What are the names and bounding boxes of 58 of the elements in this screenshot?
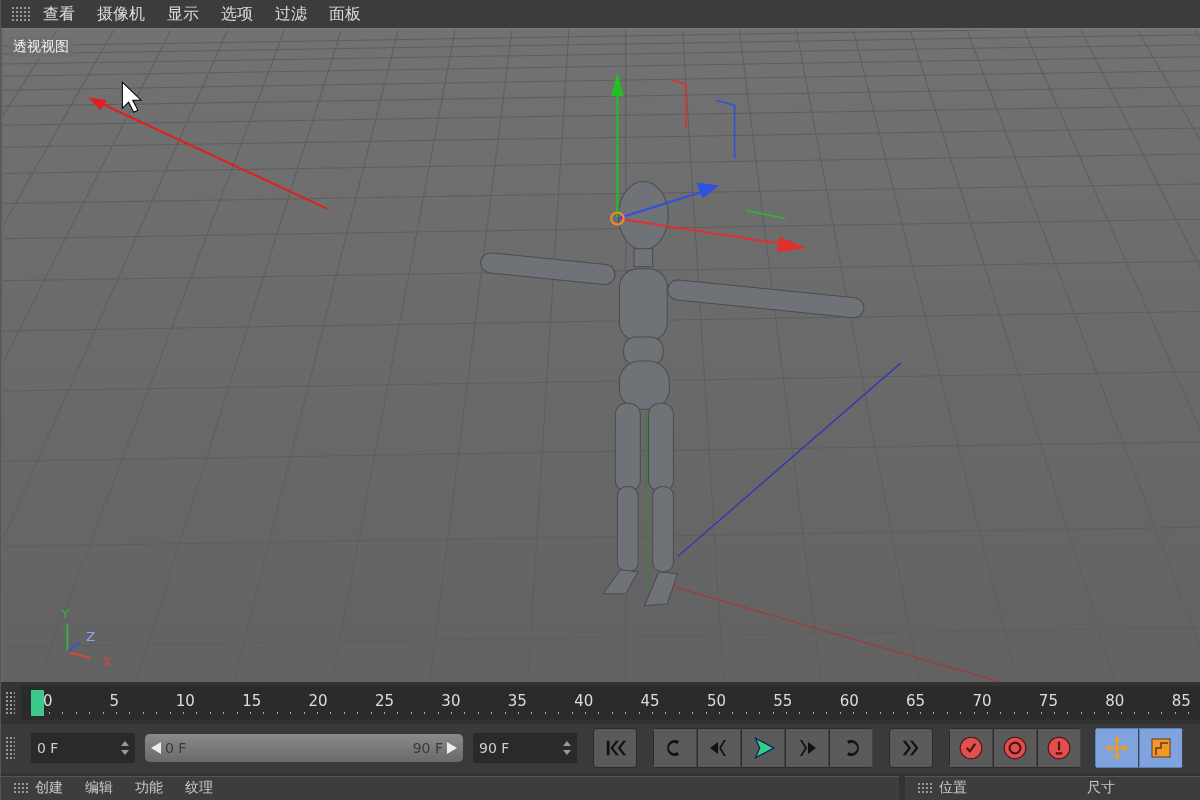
next-key-button[interactable] [829,728,873,769]
frame-number: 45 [640,690,661,712]
checkmark-circle-icon [958,735,984,762]
end-frame-field[interactable]: 90 F [473,733,577,764]
record-key-button[interactable] [949,728,993,769]
frame-number: 0 [43,690,54,712]
key-circle-icon [1046,735,1072,762]
axis-label: Y [61,606,70,622]
spinner-icon[interactable] [563,741,571,756]
frame-number: 20 [308,690,329,712]
move-tool-button[interactable] [1095,728,1139,769]
viewport-title: 透视视图 [9,37,73,58]
timeline-ruler[interactable]: 0 5 10 15 20 25 30 35 40 45 50 55 60 65 70 75 80 85 [21,685,1200,720]
axis-label: X [102,654,112,670]
menu-item[interactable]: 面板 [329,3,361,25]
menu-item[interactable]: 查看 [43,3,75,25]
frame-number: 65 [906,690,927,712]
frame-number: 50 [706,690,727,712]
frame-number: 40 [574,690,595,712]
column-heading: 尺寸 [1087,779,1115,798]
spinner-icon[interactable] [121,741,129,756]
left-triangle-icon[interactable] [151,742,161,755]
frame-number: 75 [1038,690,1059,712]
menu-item[interactable]: 选项 [221,3,253,25]
start-frame-field[interactable]: 0 F [31,733,135,764]
menu-item[interactable]: 显示 [167,3,199,25]
ring-circle-icon [1002,735,1028,762]
go-to-end-button[interactable] [889,728,933,769]
menu-item[interactable]: 纹理 [185,779,213,798]
auto-key-button[interactable] [993,728,1037,769]
frame-number: 80 [1105,690,1126,712]
menu-item[interactable]: 创建 [35,779,63,798]
column-heading: 位置 [939,779,967,798]
axis-label: Z [86,629,96,645]
previous-key-button[interactable] [653,728,697,769]
frame-number: 5 [109,690,120,712]
frame-number: 25 [374,690,396,712]
viewport[interactable]: Y Z X 透视视图 [1,28,1200,683]
frame-number: 70 [972,690,993,712]
go-to-start-button[interactable] [593,728,637,769]
menu-item[interactable]: 功能 [135,779,163,798]
frame-number: 60 [839,690,860,712]
menu-item[interactable]: 编辑 [85,779,113,798]
scale-square-icon [1149,736,1173,761]
frame-number: 15 [242,690,263,712]
frame-number: 30 [441,690,462,712]
frame-number: 10 [175,690,196,712]
menu-item[interactable]: 摄像机 [97,3,145,25]
playhead[interactable] [31,689,44,716]
right-triangle-icon[interactable] [447,742,457,755]
menu-item[interactable]: 过滤 [275,3,307,25]
cursor-icon [121,81,143,114]
scale-tool-button[interactable] [1139,728,1183,769]
keyframe-selection-button[interactable] [1037,728,1081,769]
play-button[interactable] [741,728,785,769]
frame-number: 35 [507,690,528,712]
frame-number: 85 [1171,690,1192,712]
frame-number: 55 [773,690,794,712]
